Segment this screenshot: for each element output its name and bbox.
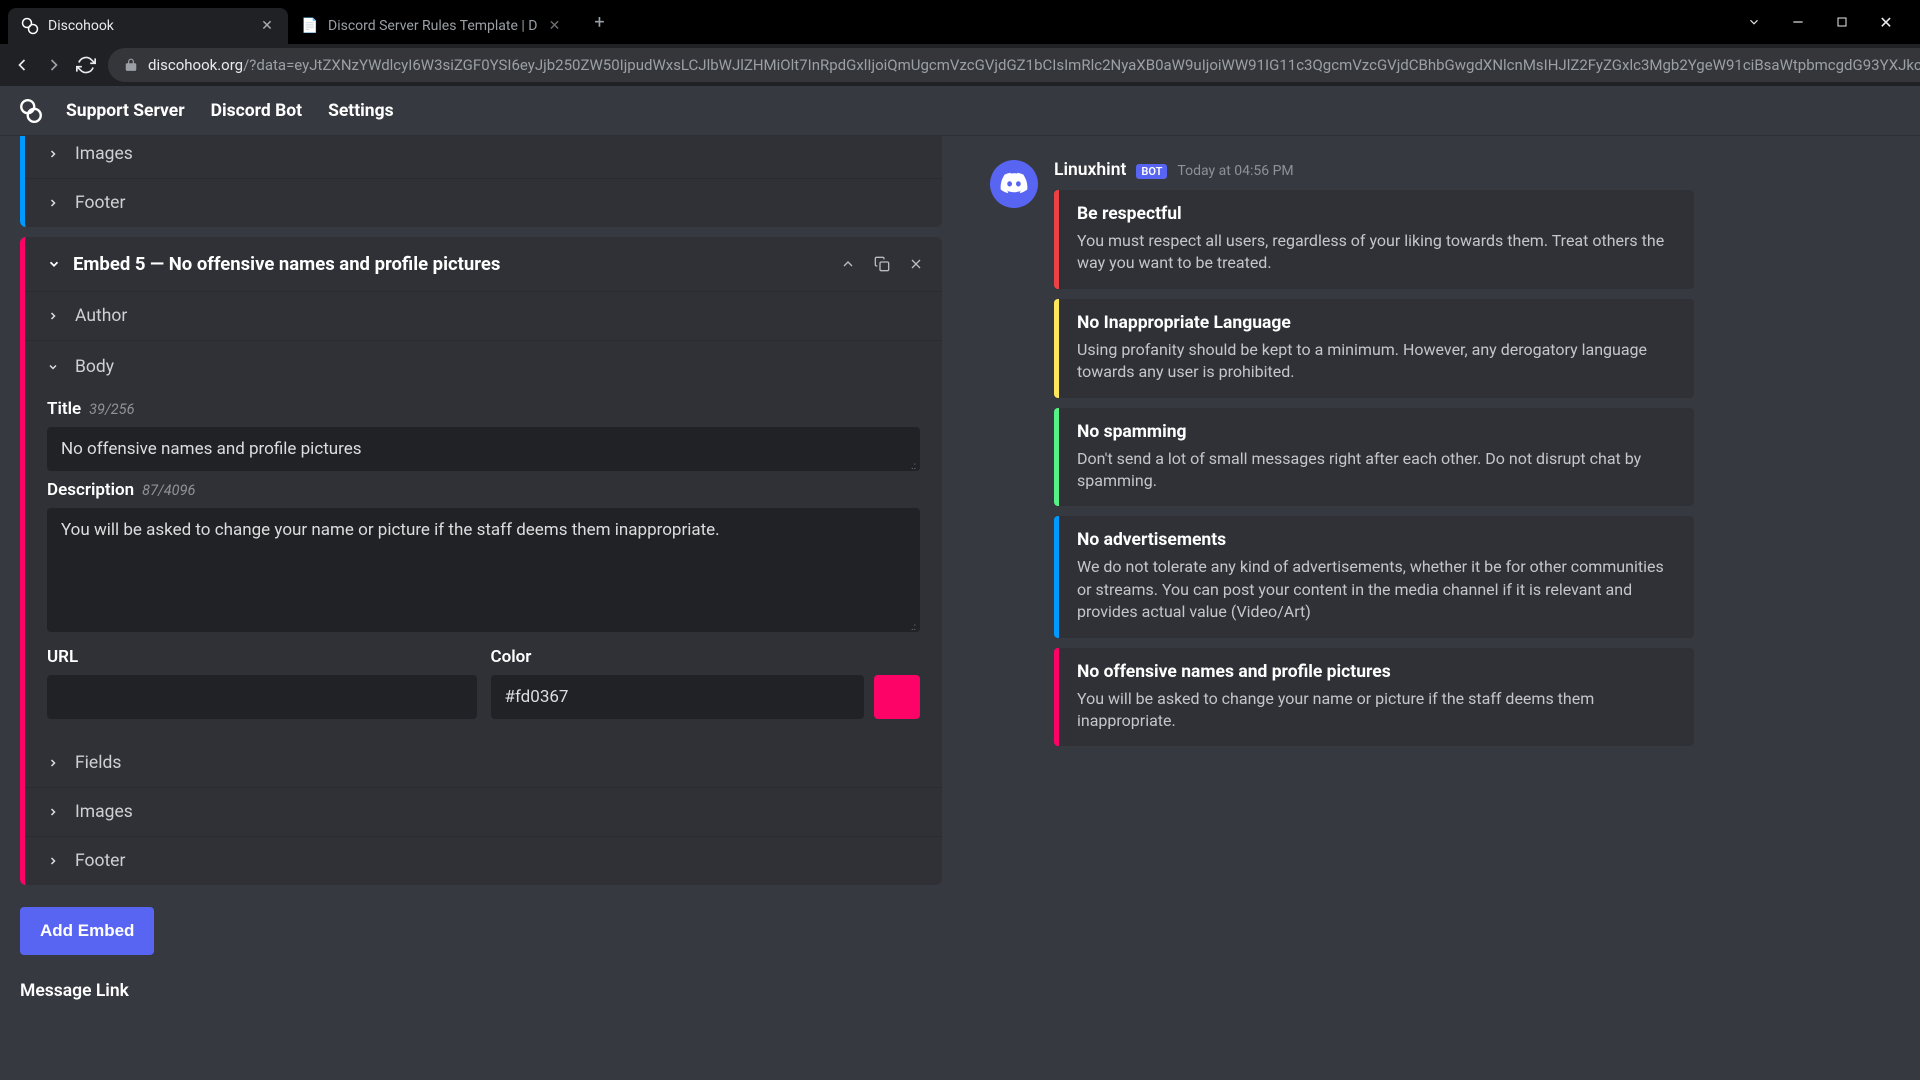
preview-embed-desc: We do not tolerate any kind of advertise… — [1077, 556, 1676, 623]
tab-close-icon[interactable]: ✕ — [258, 17, 276, 35]
url-label: URL — [47, 647, 78, 667]
preview-embed-desc: You will be asked to change your name or… — [1077, 688, 1676, 733]
chevron-down-icon[interactable] — [47, 257, 61, 271]
color-input[interactable] — [491, 675, 865, 719]
section-footer[interactable]: Footer — [25, 179, 942, 227]
section-footer[interactable]: Footer — [25, 837, 942, 885]
maximize-icon[interactable] — [1832, 12, 1852, 32]
minimize-icon[interactable] — [1788, 12, 1808, 32]
description-input[interactable] — [47, 508, 920, 632]
section-images[interactable]: Images — [25, 788, 942, 837]
tab-title: Discohook — [48, 18, 250, 34]
color-swatch[interactable] — [874, 675, 920, 719]
title-input[interactable] — [47, 427, 920, 471]
section-images[interactable]: Images — [25, 136, 942, 179]
window-controls: ✕ — [1744, 12, 1912, 32]
body-section: Body Title 39/256 .: Description 87/4096 — [25, 341, 942, 739]
title-counter: 39/256 — [89, 401, 134, 418]
title-label: Title — [47, 399, 81, 419]
preview-embed-title: No offensive names and profile pictures — [1077, 662, 1676, 682]
chevron-right-icon — [47, 855, 63, 867]
section-body-header[interactable]: Body — [47, 341, 920, 391]
preview-embed: No spamming Don't send a lot of small mes… — [1054, 408, 1694, 507]
preview-embed: No advertisements We do not tolerate any … — [1054, 516, 1694, 637]
tab-title: Discord Server Rules Template | D — [328, 18, 537, 34]
tab-close-icon[interactable]: ✕ — [545, 17, 563, 35]
color-label: Color — [491, 647, 532, 667]
tab-favicon: 📄 — [300, 16, 320, 36]
preview-username: Linuxhint — [1054, 160, 1126, 180]
chevron-down-icon[interactable] — [1744, 12, 1764, 32]
preview-meta: Linuxhint BOT Today at 04:56 PM — [1054, 160, 1888, 180]
lock-icon — [124, 58, 138, 72]
preview-embed: No Inappropriate Language Using profanity… — [1054, 299, 1694, 398]
nav-discord-bot[interactable]: Discord Bot — [211, 101, 302, 121]
url-bar-row: discohook.org/?data=eyJtZXNzYWdlcyI6W3si… — [0, 44, 1920, 86]
embed5-title: Embed 5 — No offensive names and profile… — [73, 253, 840, 275]
close-window-icon[interactable]: ✕ — [1876, 12, 1896, 32]
browser-chrome: Discohook ✕ 📄 Discord Server Rules Templ… — [0, 0, 1920, 86]
chevron-down-icon — [47, 361, 63, 373]
preview-embed: Be respectful You must respect all users,… — [1054, 190, 1694, 289]
chevron-right-icon — [47, 148, 63, 160]
section-author[interactable]: Author — [25, 292, 942, 341]
preview-embed-desc: Using profanity should be kept to a mini… — [1077, 339, 1676, 384]
tab-bar: Discohook ✕ 📄 Discord Server Rules Templ… — [0, 0, 1920, 44]
bot-badge: BOT — [1136, 164, 1167, 179]
color-field: Color — [491, 647, 921, 719]
nav-support-server[interactable]: Support Server — [66, 101, 185, 121]
section-fields[interactable]: Fields — [25, 739, 942, 788]
tab-favicon — [20, 16, 40, 36]
preview-embed: No offensive names and profile pictures Y… — [1054, 648, 1694, 747]
chevron-right-icon — [47, 310, 63, 322]
app-logo-icon[interactable] — [18, 98, 44, 124]
preview-embeds-list: Be respectful You must respect all users,… — [1054, 190, 1888, 746]
url-bar[interactable]: discohook.org/?data=eyJtZXNzYWdlcyI6W3si… — [108, 48, 1920, 82]
description-label: Description — [47, 480, 134, 500]
preview-avatar — [990, 160, 1038, 208]
url-text: discohook.org/?data=eyJtZXNzYWdlcyI6W3si… — [148, 56, 1920, 74]
chevron-right-icon — [47, 197, 63, 209]
description-counter: 87/4096 — [142, 482, 195, 499]
title-field: Title 39/256 .: — [47, 399, 920, 472]
embed5-header: Embed 5 — No offensive names and profile… — [25, 237, 942, 292]
url-input[interactable] — [47, 675, 477, 719]
browser-tab-active[interactable]: Discohook ✕ — [8, 8, 288, 44]
chevron-right-icon — [47, 757, 63, 769]
add-embed-button[interactable]: Add Embed — [20, 907, 154, 955]
embed4-card: Images Footer — [20, 136, 942, 227]
url-color-row: URL Color — [47, 647, 920, 719]
editor-pane: Images Footer Embed 5 — No offensive nam… — [0, 136, 958, 1080]
url-field: URL — [47, 647, 477, 719]
message-link-label: Message Link — [20, 981, 942, 1001]
delete-icon[interactable] — [908, 256, 924, 272]
chevron-right-icon — [47, 806, 63, 818]
embed5-card: Embed 5 — No offensive names and profile… — [20, 237, 942, 885]
new-tab-button[interactable]: + — [583, 6, 615, 38]
nav-settings[interactable]: Settings — [328, 101, 394, 121]
collapse-icon[interactable] — [840, 256, 856, 272]
duplicate-icon[interactable] — [874, 256, 890, 272]
preview-pane: Linuxhint BOT Today at 04:56 PM Be respe… — [958, 136, 1920, 1080]
reload-button[interactable] — [76, 51, 96, 79]
app-header: Support Server Discord Bot Settings — [0, 86, 1920, 136]
description-field: Description 87/4096 .: — [47, 480, 920, 633]
preview-message: Linuxhint BOT Today at 04:56 PM Be respe… — [990, 160, 1888, 756]
preview-embed-title: No advertisements — [1077, 530, 1676, 550]
forward-button[interactable] — [44, 51, 64, 79]
preview-embed-title: Be respectful — [1077, 204, 1676, 224]
browser-tab-inactive[interactable]: 📄 Discord Server Rules Template | D ✕ — [288, 8, 575, 44]
preview-embed-title: No spamming — [1077, 422, 1676, 442]
preview-timestamp: Today at 04:56 PM — [1177, 163, 1293, 179]
main-area: Images Footer Embed 5 — No offensive nam… — [0, 136, 1920, 1080]
preview-embed-desc: Don't send a lot of small messages right… — [1077, 448, 1676, 493]
preview-body: Linuxhint BOT Today at 04:56 PM Be respe… — [1054, 160, 1888, 756]
preview-embed-title: No Inappropriate Language — [1077, 313, 1676, 333]
back-button[interactable] — [12, 51, 32, 79]
preview-embed-desc: You must respect all users, regardless o… — [1077, 230, 1676, 275]
